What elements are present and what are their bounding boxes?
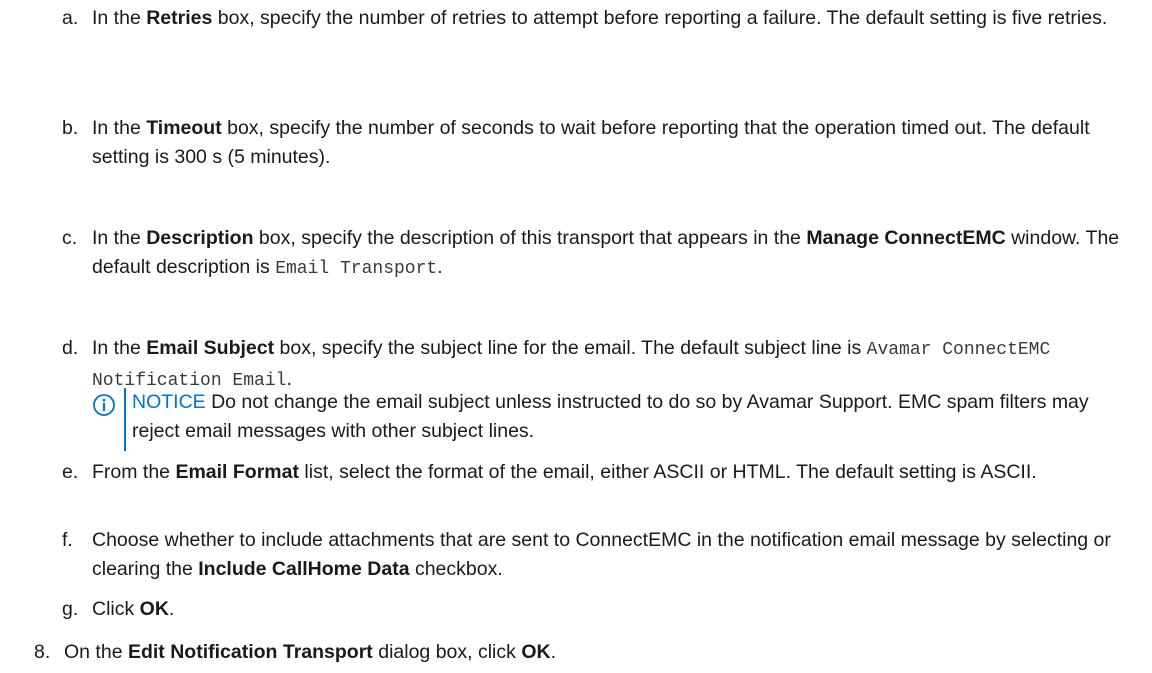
step-text: From the — [92, 461, 176, 483]
step-label: e. — [62, 461, 79, 483]
step-text: In the — [92, 7, 147, 29]
step-label: b. — [62, 117, 79, 139]
step-text: . — [437, 256, 443, 278]
notice-box: NOTICE Do not change the email subject u… — [92, 388, 1137, 451]
ui-term-include-callhome-data: Include CallHome Data — [198, 558, 410, 580]
ui-term-timeout: Timeout — [146, 117, 222, 139]
step-f: f. Choose whether to include attachments… — [62, 526, 1137, 584]
notice-label: NOTICE — [132, 391, 206, 413]
step-label: 8. — [34, 641, 51, 663]
step-text: box, specify the number of seconds to wa… — [92, 117, 1090, 168]
step-a: a. In the Retries box, specify the numbe… — [62, 4, 1137, 33]
step-text: In the — [92, 117, 147, 139]
step-d: d. In the Email Subject box, specify the… — [62, 334, 1137, 396]
ui-term-description: Description — [146, 227, 254, 249]
step-label: a. — [62, 7, 79, 29]
step-text: dialog box, click — [372, 641, 522, 663]
ui-term-edit-notification-transport: Edit Notification Transport — [127, 641, 373, 663]
ui-term-manage-connectemc: Manage ConnectEMC — [806, 227, 1006, 249]
step-label: c. — [62, 227, 78, 249]
ui-term-ok: OK — [521, 641, 551, 663]
step-label: g. — [62, 598, 79, 620]
step-label: d. — [62, 337, 79, 359]
ui-term-ok: OK — [139, 598, 169, 620]
step-text: box, specify the subject line for the em… — [274, 337, 867, 359]
step-e: e. From the Email Format list, select th… — [62, 458, 1137, 487]
code-default-description: Email Transport — [275, 259, 438, 279]
ui-term-retries: Retries — [146, 7, 213, 29]
step-text: Click — [92, 598, 140, 620]
step-text: On the — [64, 641, 128, 663]
step-text: In the — [92, 227, 147, 249]
notice-divider — [124, 388, 126, 451]
notice-text: NOTICE Do not change the email subject u… — [132, 388, 1132, 446]
step-text: list, select the format of the email, ei… — [298, 461, 1037, 483]
step-b: b. In the Timeout box, specify the numbe… — [62, 114, 1137, 172]
step-text: In the — [92, 337, 147, 359]
step-text: box, specify the description of this tra… — [253, 227, 807, 249]
step-label: f. — [62, 529, 73, 551]
info-circle-icon — [92, 393, 116, 417]
step-text: . — [286, 368, 292, 390]
step-g: g. Click OK. — [62, 595, 1137, 624]
step-c: c. In the Description box, specify the d… — [62, 224, 1137, 284]
ui-term-email-subject: Email Subject — [146, 337, 275, 359]
step-text: . — [550, 641, 556, 663]
step-8: 8. On the Edit Notification Transport di… — [34, 638, 1134, 667]
step-text: box, specify the number of retries to at… — [212, 7, 1108, 29]
notice-body: Do not change the email subject unless i… — [132, 391, 1089, 442]
step-text: . — [168, 598, 175, 620]
step-text: checkbox. — [409, 558, 503, 580]
ui-term-email-format: Email Format — [175, 461, 299, 483]
